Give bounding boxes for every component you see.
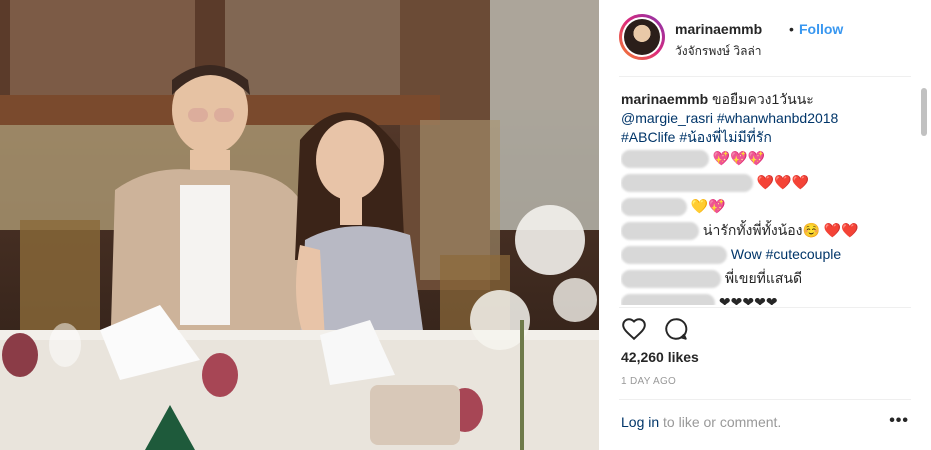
comment-text: ❤️❤️❤️	[756, 174, 810, 190]
blurred-username	[621, 270, 721, 289]
blurred-username	[621, 246, 727, 265]
post-date[interactable]: 1 DAY AGO	[621, 376, 676, 387]
comment-text: 💛💖	[690, 198, 726, 214]
more-options-icon[interactable]: •••	[889, 412, 909, 430]
follow-button[interactable]: Follow	[799, 21, 843, 37]
avatar[interactable]	[619, 14, 665, 60]
caption: marinaemmb ขอยืมควง1วันนะ @margie_rasri …	[621, 90, 911, 147]
comment-row: ❤❤❤❤❤	[621, 293, 911, 305]
post-side-panel: marinaemmb • Follow วังจักรพงษ์ วิลล่า m…	[599, 0, 931, 450]
username-link[interactable]: marinaemmb	[675, 21, 762, 37]
comment-row: 💖💖💖	[621, 149, 911, 171]
comment-text: พี่เขยที่แสนดี	[724, 270, 803, 286]
login-prompt: Log in to like or comment.	[621, 414, 781, 430]
blurred-username	[621, 150, 709, 169]
comment-row: Wow #cutecouple	[621, 245, 911, 267]
comment-text: 💖💖💖	[712, 150, 766, 166]
comment-text: ❤❤❤❤❤	[718, 294, 778, 305]
action-bar	[621, 316, 701, 344]
avatar-image	[624, 19, 660, 55]
blurred-username	[621, 174, 753, 193]
comment-row: 💛💖	[621, 197, 911, 219]
blurred-username	[621, 198, 687, 217]
header-divider	[619, 76, 911, 77]
comment-row: พี่เขยที่แสนดี	[621, 269, 911, 291]
post-header: marinaemmb • Follow วังจักรพงษ์ วิลล่า	[619, 14, 911, 62]
blurred-username	[621, 294, 715, 305]
heart-icon[interactable]	[621, 316, 647, 342]
blurred-username	[621, 222, 699, 241]
comment-row: ❤️❤️❤️	[621, 173, 911, 195]
caption-tags-line2[interactable]: @margie_rasri #whanwhanbd2018	[621, 110, 838, 126]
comment-row: น่ารักทั้งพี่ทั้งน้อง☺️ ❤️❤️	[621, 221, 911, 243]
likes-count[interactable]: 42,260 likes	[621, 349, 699, 365]
footer-divider	[619, 399, 911, 400]
post-photo[interactable]	[0, 0, 599, 450]
separator-dot: •	[789, 21, 794, 37]
caption-tags-line3[interactable]: #ABClife #น้องพี่ไม่มีที่รัก	[621, 129, 772, 145]
photo-illustration	[0, 0, 599, 450]
comment-text: น่ารักทั้งพี่ทั้งน้อง☺️ ❤️❤️	[702, 222, 859, 238]
caption-text: ขอยืมควง1วันนะ	[712, 91, 814, 107]
location-link[interactable]: วังจักรพงษ์ วิลล่า	[675, 42, 762, 61]
comment-text: Wow #cutecouple	[730, 246, 842, 262]
comment-icon[interactable]	[663, 316, 689, 342]
login-prompt-text: to like or comment.	[659, 414, 782, 430]
login-link[interactable]: Log in	[621, 414, 659, 430]
comments-divider	[619, 307, 911, 308]
comments-list[interactable]: marinaemmb ขอยืมควง1วันนะ @margie_rasri …	[621, 90, 911, 305]
caption-username[interactable]: marinaemmb	[621, 91, 708, 107]
comments-scrollbar[interactable]	[921, 88, 927, 136]
